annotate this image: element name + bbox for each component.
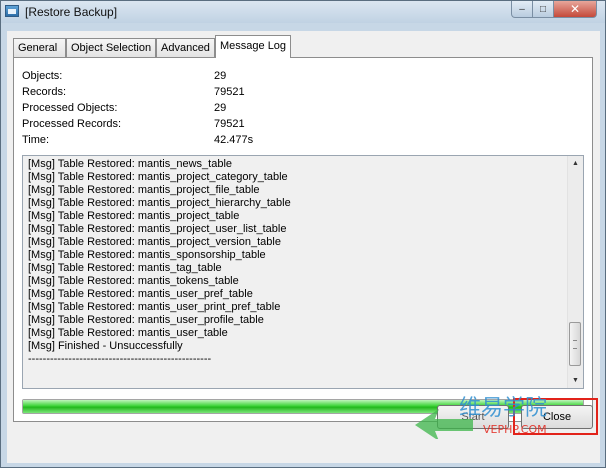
stat-value: 29 <box>214 70 227 82</box>
minimize-button[interactable]: – <box>511 1 533 18</box>
tab-advanced[interactable]: Advanced <box>156 38 215 57</box>
maximize-button[interactable]: □ <box>532 1 554 18</box>
log-line: [Msg] Table Restored: mantis_news_table <box>28 158 233 170</box>
stat-row-objects: Objects: 29 <box>22 70 422 86</box>
log-line: [Msg] Table Restored: mantis_user_pref_t… <box>28 288 253 300</box>
stat-label: Time: <box>22 134 50 146</box>
log-line: [Msg] Table Restored: mantis_project_cat… <box>28 171 288 183</box>
log-line: [Msg] Table Restored: mantis_tokens_tabl… <box>28 275 239 287</box>
watermark-logo: 维易学院 VEPHP.COM <box>415 396 547 439</box>
scroll-down-icon[interactable]: ▼ <box>568 373 583 388</box>
stat-row-processed-objects: Processed Objects: 29 <box>22 102 422 118</box>
title-bar[interactable]: [Restore Backup] – □ ✕ <box>1 1 605 23</box>
log-line: [Msg] Table Restored: mantis_user_print_… <box>28 301 281 313</box>
stat-row-time: Time: 42.477s <box>22 134 422 150</box>
stat-label: Processed Objects: <box>22 102 118 114</box>
stat-row-processed-records: Processed Records: 79521 <box>22 118 422 134</box>
tab-general[interactable]: General <box>13 38 66 57</box>
log-line: [Msg] Table Restored: mantis_project_hie… <box>28 197 291 209</box>
log-line: [Msg] Table Restored: mantis_project_ver… <box>28 236 281 248</box>
log-line: ----------------------------------------… <box>28 353 212 365</box>
log-line: [Msg] Finished - Unsuccessfully <box>28 340 183 352</box>
log-line: [Msg] Table Restored: mantis_project_tab… <box>28 210 240 222</box>
log-line: [Msg] Table Restored: mantis_project_fil… <box>28 184 260 196</box>
minimize-icon: – <box>519 3 525 15</box>
stat-value: 42.477s <box>214 134 254 146</box>
scroll-thumb[interactable] <box>569 322 581 366</box>
stat-row-records: Records: 79521 <box>22 86 422 102</box>
stat-value: 79521 <box>214 118 245 130</box>
app-window-icon <box>5 5 19 17</box>
log-line: [Msg] Table Restored: mantis_sponsorship… <box>28 249 266 261</box>
log-line: [Msg] Table Restored: mantis_tag_table <box>28 262 222 274</box>
log-scrollbar[interactable]: ▲ ▼ <box>567 156 583 388</box>
stat-label: Processed Records: <box>22 118 122 130</box>
stat-label: Records: <box>22 86 67 98</box>
watermark-text: 维易学院 <box>459 396 547 421</box>
stats-panel: Objects: 29 Records: 79521 Processed Obj… <box>22 70 422 150</box>
scroll-up-icon[interactable]: ▲ <box>568 156 583 171</box>
stat-value: 79521 <box>214 86 245 98</box>
stat-value: 29 <box>214 102 227 114</box>
tab-message-log[interactable]: Message Log <box>215 35 291 58</box>
tab-message-log-label: Message Log <box>220 40 287 52</box>
log-lines: [Msg] Table Restored: mantis_news_table … <box>28 158 291 366</box>
watermark-sub: VEPHP.COM <box>483 423 547 436</box>
tab-object-selection-label: Object Selection <box>71 42 152 54</box>
close-window-button[interactable]: ✕ <box>553 1 597 18</box>
log-line: [Msg] Table Restored: mantis_user_profil… <box>28 314 264 326</box>
tab-advanced-label: Advanced <box>161 42 210 54</box>
stat-label: Objects: <box>22 70 63 82</box>
log-line: [Msg] Table Restored: mantis_user_table <box>28 327 228 339</box>
tab-general-label: General <box>18 42 58 54</box>
close-icon: ✕ <box>569 2 581 16</box>
message-log-page: Objects: 29 Records: 79521 Processed Obj… <box>13 57 593 422</box>
log-line: [Msg] Table Restored: mantis_project_use… <box>28 223 287 235</box>
message-log-box[interactable]: [Msg] Table Restored: mantis_news_table … <box>22 155 584 389</box>
restore-backup-window: [Restore Backup] – □ ✕ General Object Se… <box>0 0 606 468</box>
maximize-icon: □ <box>539 3 547 15</box>
window-title: [Restore Backup] <box>25 5 118 19</box>
tab-object-selection[interactable]: Object Selection <box>66 38 156 57</box>
